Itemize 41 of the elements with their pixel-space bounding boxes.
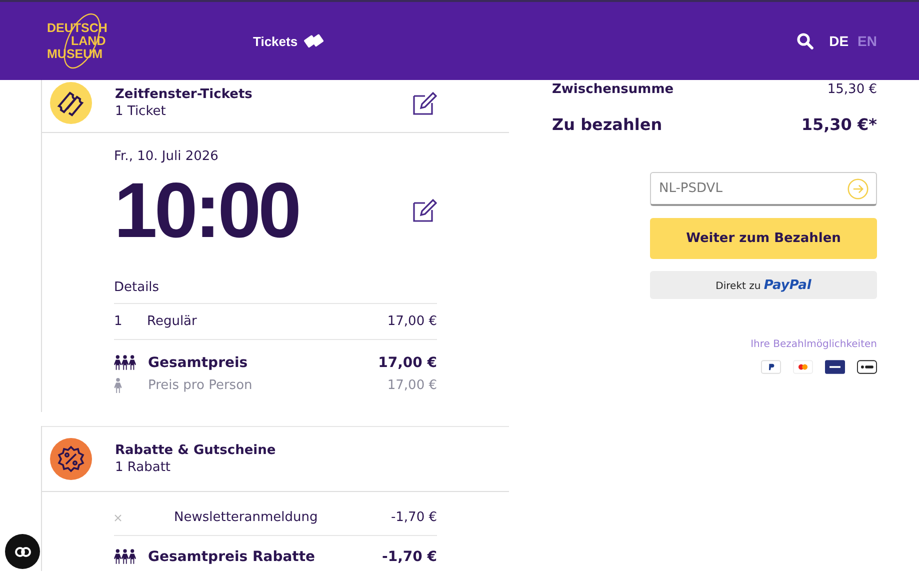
ticket-price: 17,00 € (387, 314, 437, 329)
edit-icon[interactable] (411, 197, 437, 223)
ticket-count: 1 Ticket (115, 104, 167, 119)
discount-name: Newsletteranmeldung (174, 510, 319, 525)
group-icon (114, 354, 136, 371)
voucher-field[interactable]: NL-PSDVL (650, 172, 877, 206)
link-icon (14, 546, 30, 556)
paypal-button[interactable]: Direkt zu PayPal (650, 271, 877, 299)
ticket-icon (50, 82, 92, 124)
edit-icon[interactable] (411, 90, 437, 116)
group-icon (114, 548, 136, 565)
ticket-quantity: 1 (114, 314, 124, 329)
mastercard-icon (793, 360, 813, 374)
discount-total: -1,70 € (382, 548, 437, 564)
amount-due-label: Zu bezahlen (552, 115, 662, 134)
visit-date: Fr., 10. Juli 2026 (114, 149, 220, 164)
details-label: Details (114, 280, 437, 304)
section-title: Zeitfenster-Tickets (115, 87, 254, 102)
person-icon (114, 377, 122, 394)
per-person-label: Preis pro Person (148, 378, 254, 393)
chat-button[interactable] (5, 534, 40, 569)
continue-to-payment-button[interactable]: Weiter zum Bezahlen (650, 218, 877, 259)
amount-due: 15,30 €* (801, 115, 877, 134)
discount-total-label: Gesamtpreis Rabatte (148, 548, 316, 564)
language-link[interactable]: DE (829, 33, 849, 49)
subtotal-label: Zwischensumme (552, 82, 674, 97)
tickets-icon (302, 33, 325, 49)
ticket-type: Regulär (147, 314, 198, 329)
total-label: Gesamtpreis (148, 354, 249, 370)
time-slot: 10:00 (114, 170, 298, 250)
per-person-price: 17,00 € (387, 378, 437, 393)
payment-methods-label: Ihre Bezahlmöglichkeiten (750, 339, 877, 350)
discount-amount: -1,70 € (390, 510, 437, 525)
tickets-nav-link[interactable]: Tickets (253, 33, 325, 49)
search-icon[interactable] (796, 32, 814, 50)
subtotal-amount: 15,30 € (827, 82, 877, 97)
discount-count: 1 Rabatt (115, 460, 172, 475)
discount-icon (50, 438, 92, 480)
paypal-icon (761, 360, 781, 374)
total-price: 17,00 € (378, 354, 437, 370)
section-title: Rabatte & Gutscheine (115, 443, 277, 458)
